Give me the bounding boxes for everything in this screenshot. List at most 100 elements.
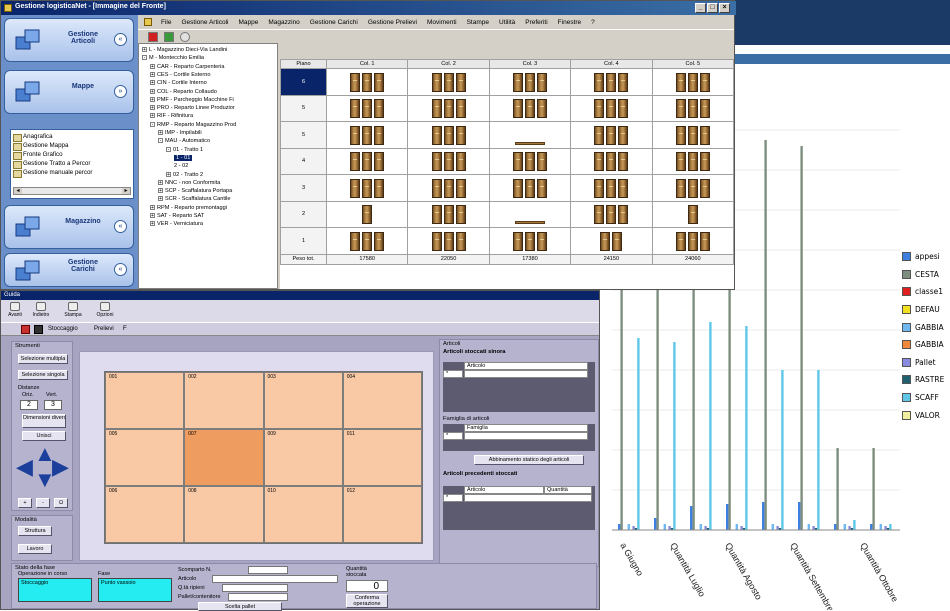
compartment-cell[interactable]: 010 bbox=[263, 486, 343, 543]
articolo-new-row[interactable] bbox=[464, 370, 588, 378]
merge-button[interactable]: Unisci bbox=[22, 431, 66, 441]
tree-node[interactable]: 2 - 02 bbox=[174, 162, 188, 170]
collapse-icon[interactable]: - bbox=[166, 146, 171, 152]
collapse-icon[interactable]: - bbox=[150, 121, 155, 127]
menu-item[interactable]: Gestione Articoli bbox=[181, 19, 228, 26]
shelf-cell[interactable] bbox=[570, 68, 653, 96]
shelf-cell[interactable] bbox=[407, 121, 490, 149]
arrow-down-icon[interactable]: ▼ bbox=[34, 469, 56, 491]
tree-node[interactable]: + CAR - Reparto Carpenteria bbox=[150, 63, 224, 71]
shelf-cell[interactable] bbox=[570, 121, 653, 149]
back-button[interactable]: Indietro bbox=[29, 302, 53, 318]
tree-node[interactable]: + IMP - Impilabili bbox=[158, 129, 202, 137]
work-button[interactable]: Lavoro bbox=[18, 544, 52, 554]
expand-icon[interactable]: + bbox=[150, 88, 155, 94]
horizontal-spinner[interactable]: 2 bbox=[20, 400, 38, 410]
mappe-item[interactable]: Anagrafica bbox=[11, 133, 133, 142]
expand-icon[interactable]: + bbox=[150, 113, 155, 119]
compartment-cell[interactable]: 012 bbox=[342, 486, 422, 543]
compartment-cell[interactable]: 004 bbox=[342, 372, 422, 429]
stored-qty-field[interactable]: 0 bbox=[346, 580, 388, 592]
tree-node[interactable]: + SCR - Scaffalatura Cantile bbox=[158, 195, 231, 203]
expand-icon[interactable]: + bbox=[150, 105, 155, 111]
shelf-cell[interactable] bbox=[488, 121, 572, 149]
tree-node[interactable]: + L - Magazzino Dieci-Via Landini bbox=[142, 46, 227, 54]
qty-field[interactable] bbox=[222, 584, 288, 592]
print-button[interactable]: Stampa bbox=[61, 302, 85, 318]
shelf-cell[interactable] bbox=[325, 200, 409, 228]
shelf-cell[interactable] bbox=[651, 174, 735, 202]
shelf-cell[interactable] bbox=[570, 200, 653, 228]
zoom-in-button[interactable]: + bbox=[18, 498, 32, 508]
shelf-cell[interactable] bbox=[488, 68, 572, 96]
menu-item[interactable]: ? bbox=[591, 19, 595, 26]
mappe-item[interactable]: Gestione Mappa bbox=[11, 142, 133, 151]
level-cell[interactable]: 6 bbox=[280, 68, 327, 96]
menu-item[interactable]: Movimenti bbox=[427, 19, 457, 26]
shelf-cell[interactable] bbox=[651, 200, 735, 228]
tree-node[interactable]: + SCP - Scaffalatura Portapa bbox=[158, 187, 232, 195]
tree-node[interactable]: +02 - Tratto 2 bbox=[166, 171, 203, 179]
export-icon[interactable] bbox=[164, 32, 174, 42]
expand-icon[interactable]: + bbox=[142, 47, 147, 53]
tree-node[interactable]: + CIN - Cortile Interno bbox=[150, 79, 207, 87]
expand-icon[interactable]: + bbox=[150, 96, 155, 102]
tree-node[interactable]: - MAU - Automatico bbox=[158, 137, 210, 145]
print-icon[interactable] bbox=[148, 32, 158, 42]
chevron-icon[interactable]: » bbox=[114, 85, 127, 98]
compartment-cell[interactable]: 007 bbox=[184, 429, 264, 486]
shelf-cell[interactable] bbox=[570, 147, 653, 175]
shelf-cell[interactable] bbox=[407, 94, 490, 122]
nav-group-magazzino[interactable]: Magazzino « bbox=[4, 205, 134, 249]
tree-node[interactable]: + SAT - Reparto SAT bbox=[150, 212, 204, 220]
save-icon[interactable] bbox=[34, 325, 43, 334]
nav-group-articoli[interactable]: Gestione Articoli « bbox=[4, 18, 134, 62]
shelf-cell[interactable] bbox=[651, 94, 735, 122]
compartment-cell[interactable]: 006 bbox=[105, 486, 185, 543]
shelf-cell[interactable] bbox=[325, 94, 409, 122]
mappe-item[interactable]: Gestione Tratto a Percor bbox=[11, 160, 133, 169]
tab-stoccaggio[interactable]: Stoccaggio bbox=[48, 326, 78, 335]
tree-node[interactable]: + NNC - non Conformita bbox=[158, 179, 220, 187]
shelf-cell[interactable] bbox=[407, 227, 490, 255]
compartment-cell[interactable]: 009 bbox=[263, 429, 343, 486]
shelf-cell[interactable] bbox=[570, 227, 653, 255]
tab-f[interactable]: F bbox=[123, 326, 127, 335]
level-cell[interactable]: 2 bbox=[280, 200, 327, 228]
compartment-cell[interactable]: 005 bbox=[105, 429, 185, 486]
shelf-cell[interactable] bbox=[407, 200, 490, 228]
article-field[interactable] bbox=[212, 575, 338, 583]
scroll-left-icon[interactable]: ◂ bbox=[14, 188, 22, 194]
menu-item[interactable]: Finestre bbox=[558, 19, 581, 26]
expand-icon[interactable]: + bbox=[150, 71, 155, 77]
minimize-button[interactable]: _ bbox=[695, 3, 706, 13]
tree-node[interactable]: - RMP - Reparto Magazzino Prod bbox=[150, 121, 236, 129]
close-button[interactable]: × bbox=[719, 3, 730, 13]
compartment-cell[interactable]: 008 bbox=[184, 486, 264, 543]
level-cell[interactable]: 5 bbox=[280, 94, 327, 122]
shelf-cell[interactable] bbox=[488, 174, 572, 202]
expand-icon[interactable]: + bbox=[158, 196, 163, 202]
menu-item[interactable]: File bbox=[161, 19, 171, 26]
tree-node[interactable]: + RIF - Rifinitura bbox=[150, 112, 193, 120]
famiglia-new-row[interactable] bbox=[464, 432, 588, 440]
pallet-field[interactable] bbox=[228, 593, 288, 601]
collapse-icon[interactable]: - bbox=[158, 138, 163, 144]
shelf-cell[interactable] bbox=[651, 121, 735, 149]
shelf-cell[interactable] bbox=[651, 68, 735, 96]
shelf-cell[interactable] bbox=[325, 68, 409, 96]
nav-group-carichi[interactable]: Gestione Carichi « bbox=[4, 253, 134, 287]
expand-icon[interactable]: + bbox=[150, 213, 155, 219]
tree-node[interactable]: + PMF - Parcheggio Macchine Fi bbox=[150, 96, 234, 104]
shelf-cell[interactable] bbox=[325, 147, 409, 175]
shelf-cell[interactable] bbox=[488, 227, 572, 255]
tree-node[interactable]: 1 - 01 bbox=[174, 154, 193, 162]
maximize-button[interactable]: □ bbox=[707, 3, 718, 13]
shelf-cell[interactable] bbox=[488, 94, 572, 122]
menu-item[interactable]: Gestione Carichi bbox=[310, 19, 358, 26]
menu-item[interactable]: Gestione Prelievi bbox=[368, 19, 417, 26]
zoom-out-button[interactable]: - bbox=[36, 498, 50, 508]
menu-item[interactable]: Preferiti bbox=[525, 19, 547, 26]
level-cell[interactable]: 1 bbox=[280, 227, 327, 255]
shelf-cell[interactable] bbox=[325, 227, 409, 255]
